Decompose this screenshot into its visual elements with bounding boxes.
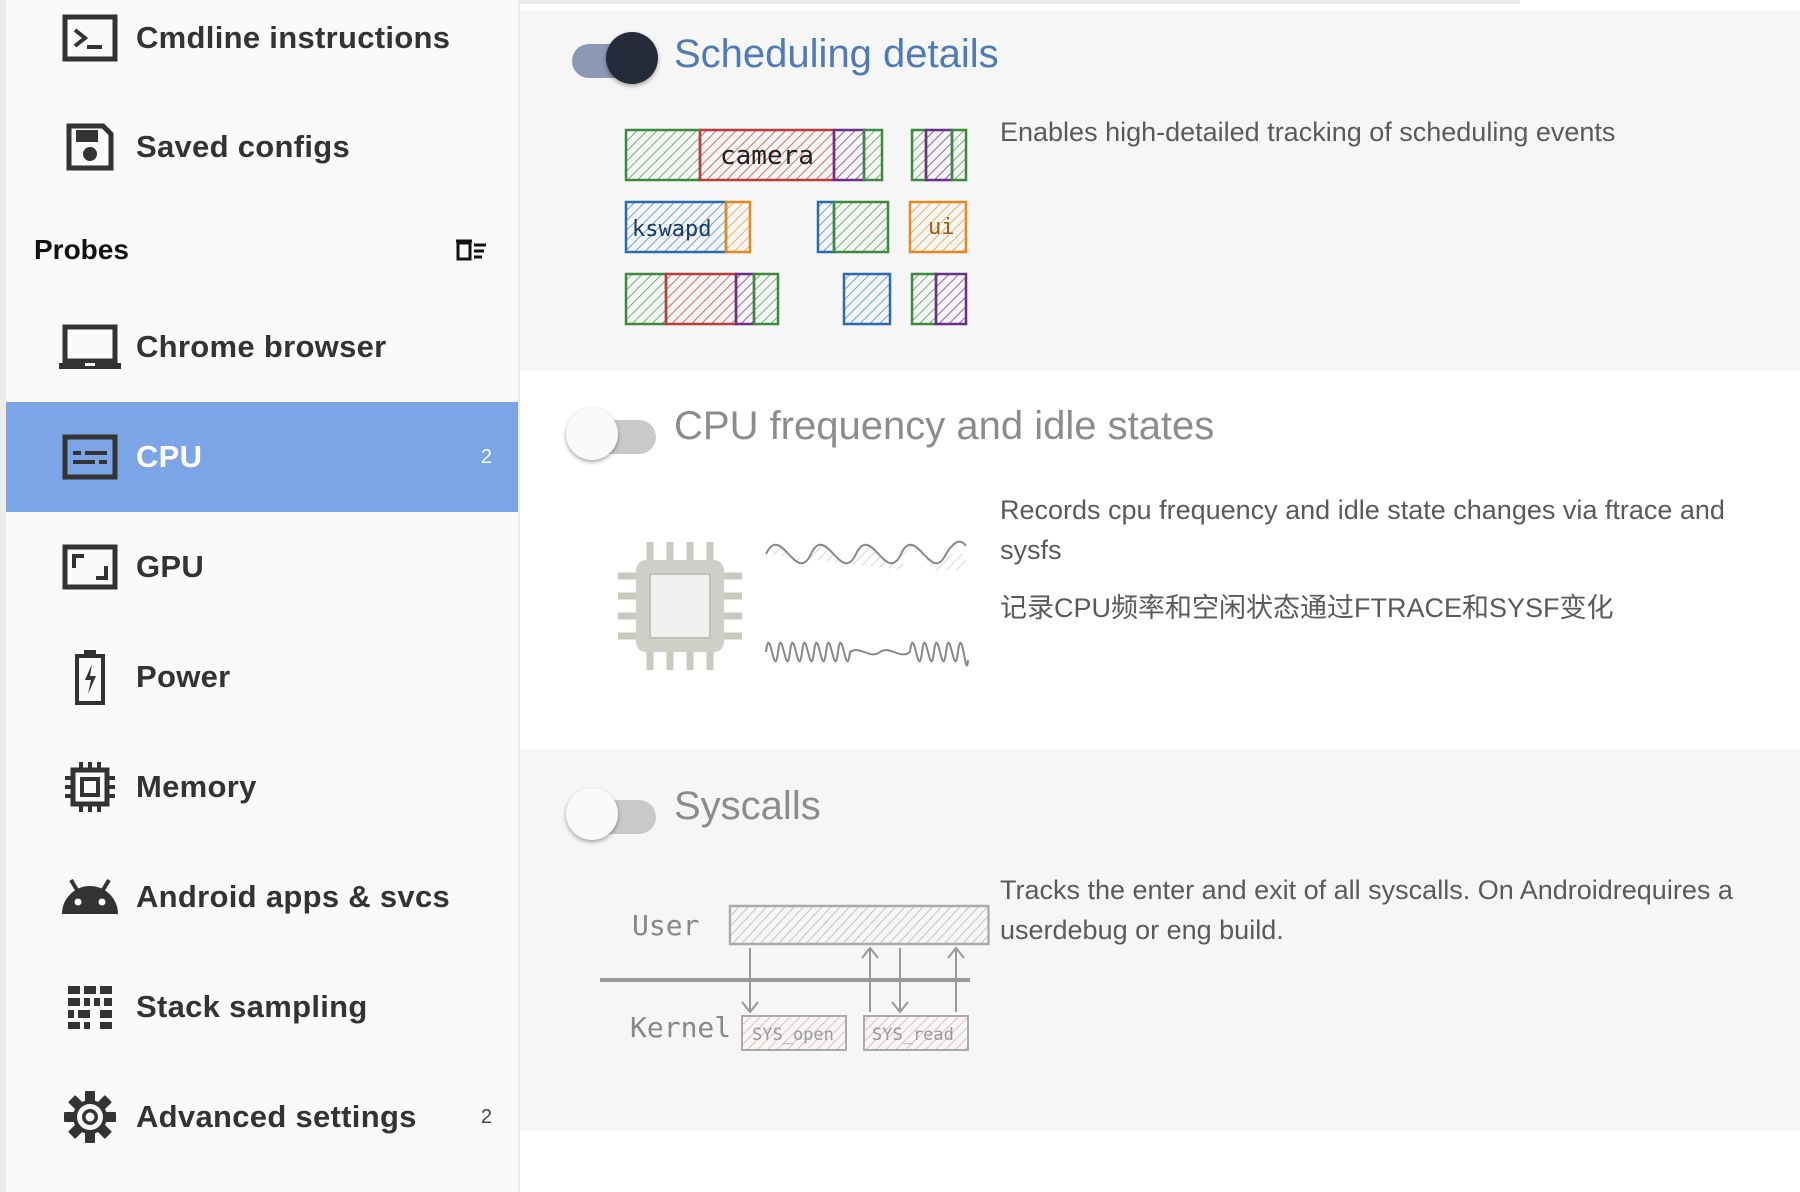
- probe-description: Records cpu frequency and idle state cha…: [1000, 490, 1760, 646]
- section-title: Probes: [34, 234, 129, 265]
- sidebar-item-label: Cmdline instructions: [136, 20, 451, 55]
- android-icon: [58, 865, 122, 929]
- terminal-icon: [58, 6, 122, 70]
- illus-label-ui: ui: [928, 215, 955, 240]
- scheduling-details-toggle[interactable]: [566, 32, 658, 84]
- illus-label-kswapd: kswapd: [632, 217, 711, 242]
- toggle-knob: [606, 32, 658, 84]
- description-line: Records cpu frequency and idle state cha…: [1000, 495, 1725, 565]
- sidebar: Cmdline instructions Saved configs Probe…: [0, 0, 520, 1192]
- toggle-knob: [566, 788, 618, 840]
- sidebar-item-label: Memory: [136, 769, 257, 804]
- laptop-icon: [58, 315, 122, 379]
- probe-scheduling-details: Scheduling details Enables high-detailed…: [520, 10, 1800, 370]
- memory-chip-icon: [58, 755, 122, 819]
- sidebar-item-label: Android apps & svcs: [136, 879, 451, 914]
- main-content: Scheduling details Enables high-detailed…: [520, 0, 1800, 1192]
- syscalls-illustration: User Kernel SYS_open SYS_read: [600, 904, 990, 1051]
- clear-all-icon[interactable]: [454, 234, 490, 266]
- probe-description: Enables high-detailed tracking of schedu…: [1000, 112, 1760, 170]
- cpu-frequency-illustration: [618, 540, 969, 670]
- sidebar-item-label: Saved configs: [136, 129, 351, 164]
- sidebar-item-label: Power: [136, 659, 231, 694]
- sidebar-item-stack-sampling[interactable]: Stack sampling: [6, 952, 518, 1062]
- description-line: Tracks the enter and exit of all syscall…: [1000, 875, 1733, 945]
- sidebar-item-count: 2: [480, 445, 492, 468]
- scheduling-illustration: camera kswapd ui: [624, 128, 968, 326]
- syscalls-toggle[interactable]: [566, 788, 656, 840]
- battery-charging-icon: [58, 645, 122, 709]
- illus-label-camera: camera: [720, 141, 814, 171]
- top-divider: [520, 0, 1520, 4]
- probe-cpu-frequency: CPU frequency and idle states Records cp…: [520, 370, 1800, 750]
- sidebar-item-memory[interactable]: Memory: [6, 732, 518, 842]
- illus-label-user: User: [632, 909, 699, 942]
- probe-title: CPU frequency and idle states: [674, 404, 1215, 448]
- description-line-zh: 记录CPU频率和空闲状态通过FTRACE和SYSF变化: [1000, 593, 1614, 623]
- probe-syscalls: Syscalls Tracks the enter and exit of al…: [520, 750, 1800, 1130]
- illus-label-sys-read: SYS_read: [872, 1025, 954, 1045]
- description-line: Enables high-detailed tracking of schedu…: [1000, 117, 1616, 147]
- gear-icon: [58, 1085, 122, 1149]
- sidebar-item-label: Stack sampling: [136, 989, 368, 1024]
- save-icon: [58, 115, 122, 179]
- sidebar-item-label: CPU: [136, 439, 203, 474]
- probe-title: Scheduling details: [674, 32, 999, 76]
- probes-section-header: Probes: [6, 220, 518, 280]
- sidebar-item-gpu[interactable]: GPU: [6, 512, 518, 622]
- cpu-frequency-toggle[interactable]: [566, 408, 656, 460]
- illus-label-kernel: Kernel: [630, 1011, 731, 1044]
- sidebar-item-cpu[interactable]: CPU 2: [6, 402, 518, 512]
- probe-description: Tracks the enter and exit of all syscall…: [1000, 870, 1760, 968]
- cpu-card-icon: [58, 425, 122, 489]
- sidebar-item-saved-configs[interactable]: Saved configs: [6, 92, 518, 202]
- sidebar-item-label: Chrome browser: [136, 329, 387, 364]
- sidebar-item-power[interactable]: Power: [6, 622, 518, 732]
- toggle-knob: [566, 408, 618, 460]
- sidebar-item-chrome-browser[interactable]: Chrome browser: [6, 292, 518, 402]
- gpu-aspect-icon: [58, 535, 122, 599]
- sidebar-item-count: 2: [480, 1105, 492, 1128]
- sidebar-item-label: Advanced settings: [136, 1099, 417, 1134]
- sidebar-item-android-apps[interactable]: Android apps & svcs: [6, 842, 518, 952]
- illus-label-sys-open: SYS_open: [752, 1025, 834, 1045]
- sidebar-item-label: GPU: [136, 549, 205, 584]
- sidebar-item-cmdline-instructions[interactable]: Cmdline instructions: [6, 0, 518, 93]
- sidebar-item-advanced-settings[interactable]: Advanced settings 2: [6, 1062, 518, 1172]
- probe-title: Syscalls: [674, 784, 821, 828]
- grid-icon: [58, 975, 122, 1039]
